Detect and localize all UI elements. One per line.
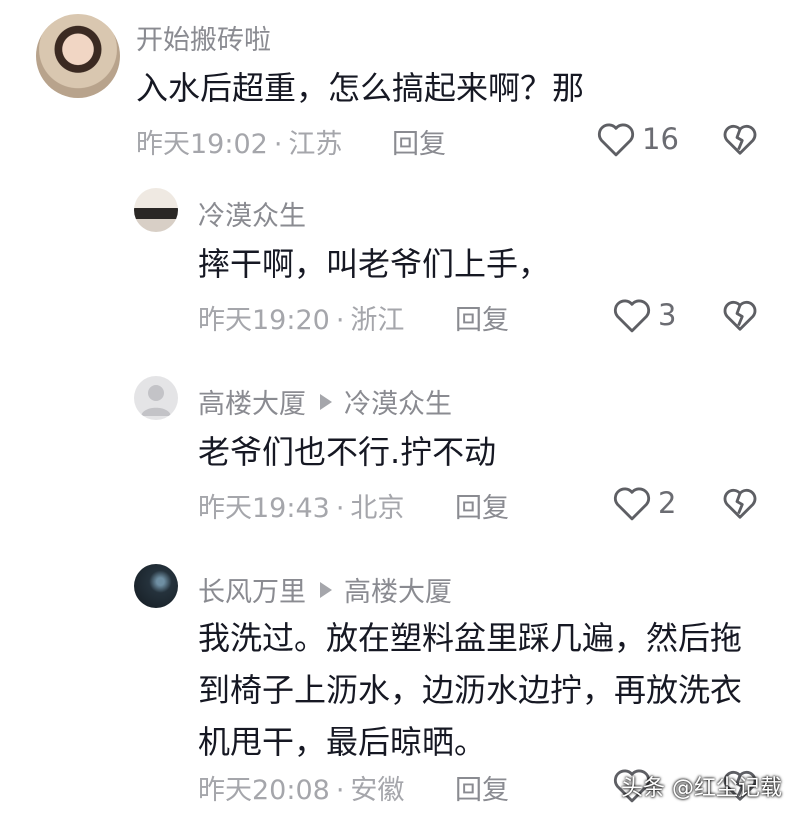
- meta-separator: ·: [335, 493, 345, 524]
- meta-separator: ·: [273, 129, 283, 160]
- reply-button[interactable]: 回复: [455, 298, 509, 337]
- comment-meta: 昨天19:20 · 浙江: [198, 298, 404, 337]
- like-count: 2: [658, 486, 677, 520]
- broken-heart-icon: [723, 124, 757, 155]
- username[interactable]: 冷漠众生: [198, 194, 306, 233]
- default-user-icon: [141, 385, 171, 416]
- comment-time: 昨天19:20: [198, 305, 330, 336]
- avatar[interactable]: [134, 376, 178, 420]
- comment-location: 江苏: [288, 129, 343, 160]
- avatar[interactable]: [134, 564, 178, 608]
- username: 长风万里 高楼大厦: [198, 570, 452, 609]
- avatar[interactable]: [134, 188, 178, 232]
- reply-button[interactable]: 回复: [455, 768, 509, 807]
- avatar[interactable]: [36, 14, 120, 98]
- comment-meta: 昨天19:02 · 江苏: [136, 122, 342, 161]
- like-button[interactable]: 2: [612, 484, 676, 522]
- reply-target[interactable]: 高楼大厦: [344, 577, 452, 608]
- meta-separator: ·: [335, 775, 345, 806]
- comment-text: 摔干啊，叫老爷们上手，: [198, 245, 551, 283]
- dislike-button[interactable]: [722, 298, 758, 336]
- comment-text: 我洗过。放在塑料盆里踩几遍，然后拖到椅子上沥水，边沥水边拧，再放洗衣机甩干，最后…: [198, 619, 743, 761]
- like-button[interactable]: 3: [612, 296, 676, 334]
- heart-outline-icon: [613, 299, 651, 333]
- like-count: 16: [642, 122, 679, 156]
- username: 高楼大厦 冷漠众生: [198, 382, 452, 421]
- reply-author[interactable]: 高楼大厦: [198, 389, 306, 420]
- reply-button[interactable]: 回复: [392, 122, 446, 161]
- heart-outline-icon: [613, 487, 651, 521]
- dislike-button[interactable]: [722, 122, 758, 160]
- broken-heart-icon: [723, 488, 757, 519]
- comment-location: 安徽: [350, 775, 405, 806]
- comment-time: 昨天19:02: [136, 129, 268, 160]
- comment-time: 昨天19:43: [198, 493, 330, 524]
- comment-location: 北京: [350, 493, 405, 524]
- comment-time: 昨天20:08: [198, 775, 330, 806]
- comment-location: 浙江: [350, 305, 405, 336]
- like-button[interactable]: 16: [596, 120, 679, 158]
- broken-heart-icon: [723, 300, 757, 331]
- triangle-right-icon: [320, 582, 332, 598]
- username[interactable]: 开始搬砖啦: [136, 18, 271, 57]
- comment-meta: 昨天20:08 · 安徽: [198, 768, 404, 807]
- comment-text: 老爷们也不行.拧不动: [198, 433, 497, 471]
- like-count: 3: [658, 298, 677, 332]
- reply-author[interactable]: 长风万里: [198, 577, 306, 608]
- dislike-button[interactable]: [722, 486, 758, 524]
- meta-separator: ·: [335, 305, 345, 336]
- triangle-right-icon: [320, 394, 332, 410]
- reply-button[interactable]: 回复: [455, 486, 509, 525]
- heart-outline-icon: [597, 123, 635, 157]
- watermark: 头条 @红尘记载: [621, 776, 782, 801]
- comment-meta: 昨天19:43 · 北京: [198, 486, 404, 525]
- comment-text: 入水后超重，怎么搞起来啊？那: [136, 69, 585, 107]
- reply-target[interactable]: 冷漠众生: [344, 389, 452, 420]
